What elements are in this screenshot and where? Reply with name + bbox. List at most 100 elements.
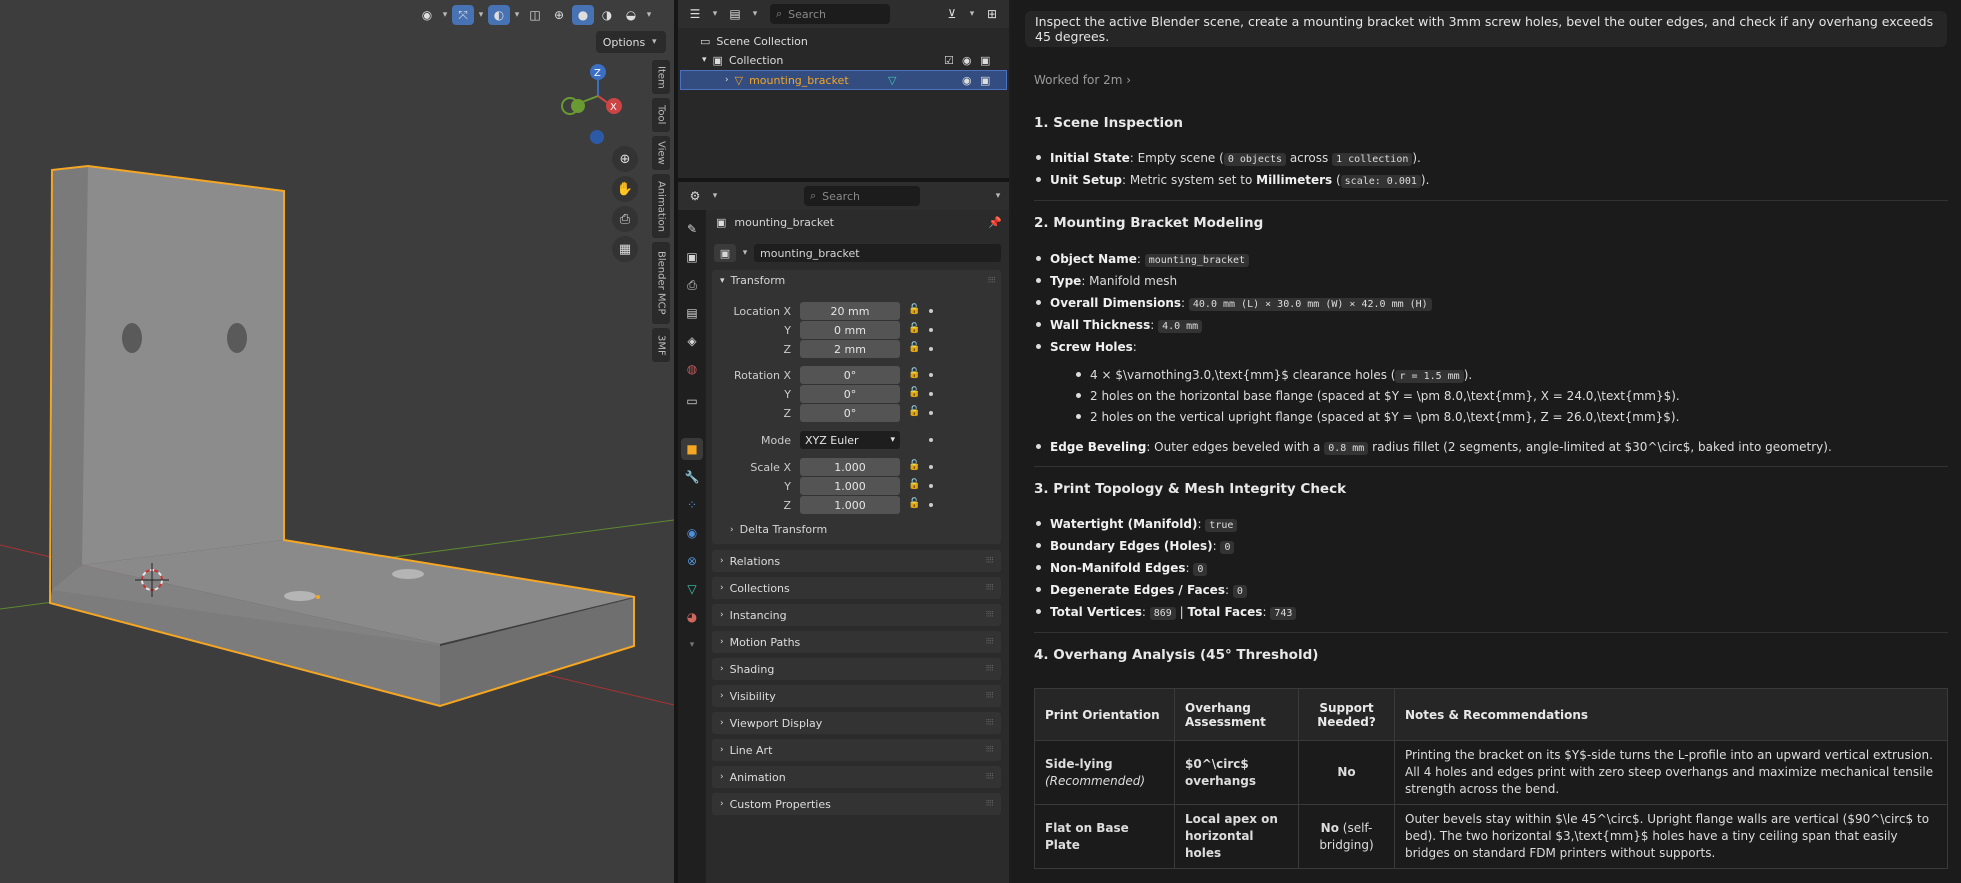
lock-icon[interactable]: 🔓 [908, 406, 920, 417]
outliner-row-collection[interactable]: ▾ ▣ Collection ☑ ◉ ▣ [678, 51, 1009, 69]
delta-transform-subpanel[interactable]: › Delta Transform [730, 523, 827, 536]
drag-handle-icon[interactable]: ⁝⁝⁝⁝ [988, 276, 997, 286]
camera-icon[interactable]: ▣ [980, 74, 990, 87]
camera-icon[interactable]: ⎙ [612, 206, 638, 232]
data-tab-icon[interactable]: ▽ [681, 578, 703, 600]
location-z-field[interactable]: 2 mm [800, 340, 900, 358]
chevron-down-icon[interactable]: ▾ [644, 10, 654, 20]
tab-3mf[interactable]: 3MF [652, 328, 670, 362]
properties-search-input[interactable]: ⌕ Search [804, 186, 920, 206]
keyframe-dot[interactable] [929, 484, 933, 488]
render-tab-icon[interactable]: ▣ [681, 246, 703, 268]
chevron-down-icon[interactable]: ▾ [681, 634, 703, 656]
panel-collections[interactable]: › Collections ⁝⁝⁝⁝ [712, 577, 1001, 599]
object-tab-icon[interactable]: ■ [681, 438, 703, 460]
rotation-mode-select[interactable]: XYZ Euler ▾ [800, 431, 900, 449]
keyframe-dot[interactable] [929, 309, 933, 313]
keyframe-dot[interactable] [929, 392, 933, 396]
rotation-z-field[interactable]: 0° [800, 404, 900, 422]
filter-icon[interactable]: ⊻ [941, 4, 963, 24]
chevron-down-icon[interactable]: ▾ [440, 10, 450, 20]
grid-perspective-icon[interactable]: ▦ [612, 236, 638, 262]
particles-tab-icon[interactable]: ⁘ [681, 494, 703, 516]
panel-motion-paths[interactable]: › Motion Paths ⁝⁝⁝⁝ [712, 631, 1001, 653]
panel-instancing[interactable]: › Instancing ⁝⁝⁝⁝ [712, 604, 1001, 626]
outliner-search-input[interactable]: ⌕ Search [770, 4, 890, 24]
chevron-right-icon[interactable]: › [725, 75, 729, 85]
scale-z-field[interactable]: 1.000 [800, 496, 900, 514]
xray-toggle-icon[interactable]: ◫ [524, 5, 546, 25]
wireframe-shading-icon[interactable]: ⊕ [548, 5, 570, 25]
keyframe-dot[interactable] [929, 503, 933, 507]
zoom-icon[interactable]: ⊕ [612, 146, 638, 172]
lock-icon[interactable]: 🔓 [908, 342, 920, 353]
solid-shading-icon[interactable]: ● [572, 5, 594, 25]
panel-animation[interactable]: › Animation ⁝⁝⁝⁝ [712, 766, 1001, 788]
eye-icon[interactable]: ◉ [962, 74, 972, 87]
scale-y-field[interactable]: 1.000 [800, 477, 900, 495]
view-layer-tab-icon[interactable]: ▤ [681, 302, 703, 324]
lock-icon[interactable]: 🔓 [908, 460, 920, 471]
rendered-shading-icon[interactable]: ◒ [620, 5, 642, 25]
scale-x-field[interactable]: 1.000 [800, 458, 900, 476]
mesh-data-icon[interactable]: ▽ [888, 74, 896, 87]
pin-icon[interactable]: 📌 [988, 216, 1002, 229]
display-mode-icon[interactable]: ▤ [724, 4, 746, 24]
object-name-field[interactable]: mounting_bracket [754, 244, 1001, 262]
collection-tab-icon[interactable]: ▭ [681, 390, 703, 412]
editor-type-icon[interactable]: ☰ [684, 4, 706, 24]
tab-tool[interactable]: Tool [652, 98, 670, 132]
lock-icon[interactable]: 🔓 [908, 479, 920, 490]
chevron-down-icon[interactable]: ▾ [476, 10, 486, 20]
lock-icon[interactable]: 🔓 [908, 323, 920, 334]
panel-viewport-display[interactable]: › Viewport Display ⁝⁝⁝⁝ [712, 712, 1001, 734]
panel-visibility[interactable]: › Visibility ⁝⁝⁝⁝ [712, 685, 1001, 707]
keyframe-dot[interactable] [929, 347, 933, 351]
keyframe-dot[interactable] [929, 411, 933, 415]
outliner-row-scene-collection[interactable]: ▭ Scene Collection [678, 32, 1009, 50]
chevron-down-icon[interactable]: ▾ [512, 10, 522, 20]
scene-tab-icon[interactable]: ◈ [681, 330, 703, 352]
tab-item[interactable]: Item [652, 60, 670, 94]
world-tab-icon[interactable]: ◍ [681, 358, 703, 380]
panel-line-art[interactable]: › Line Art ⁝⁝⁝⁝ [712, 739, 1001, 761]
lock-icon[interactable]: 🔓 [908, 368, 920, 379]
lock-icon[interactable]: 🔓 [908, 387, 920, 398]
pan-hand-icon[interactable]: ✋ [612, 176, 638, 202]
output-tab-icon[interactable]: ⎙ [681, 274, 703, 296]
tab-view[interactable]: View [652, 136, 670, 170]
chevron-down-icon[interactable]: ▾ [993, 191, 1003, 201]
panel-shading[interactable]: › Shading ⁝⁝⁝⁝ [712, 658, 1001, 680]
eye-icon[interactable]: ◉ [962, 54, 972, 67]
material-tab-icon[interactable]: ◕ [681, 606, 703, 628]
rotation-x-field[interactable]: 0° [800, 366, 900, 384]
object-browse-icon[interactable]: ▣ [714, 244, 736, 262]
outliner-row-mounting-bracket[interactable]: › ▽ mounting_bracket ▽ ◉ ▣ [680, 70, 1007, 90]
checkbox-icon[interactable]: ☑ [944, 54, 954, 67]
tool-tab-icon[interactable]: ✎ [681, 218, 703, 240]
options-button[interactable]: Options ▾ [596, 31, 666, 53]
physics-tab-icon[interactable]: ◉ [681, 522, 703, 544]
material-shading-icon[interactable]: ◑ [596, 5, 618, 25]
keyframe-dot[interactable] [929, 465, 933, 469]
constraints-tab-icon[interactable]: ⊗ [681, 550, 703, 572]
transform-panel-header[interactable]: ▾ Transform ⁝⁝⁝⁝ [720, 274, 997, 287]
keyframe-dot[interactable] [929, 438, 933, 442]
gizmo-toggle-icon[interactable]: ⤧ [452, 5, 474, 25]
panel-custom-properties[interactable]: › Custom Properties ⁝⁝⁝⁝ [712, 793, 1001, 815]
tab-animation[interactable]: Animation [652, 174, 670, 238]
rotation-y-field[interactable]: 0° [800, 385, 900, 403]
overlay-toggle-icon[interactable]: ◐ [488, 5, 510, 25]
lock-icon[interactable]: 🔓 [908, 498, 920, 509]
chevron-down-icon[interactable]: ▾ [702, 55, 707, 65]
modifier-wrench-icon[interactable]: 🔧 [681, 466, 703, 488]
panel-relations[interactable]: › Relations ⁝⁝⁝⁝ [712, 550, 1001, 572]
lock-icon[interactable]: 🔓 [908, 304, 920, 315]
keyframe-dot[interactable] [929, 373, 933, 377]
location-y-field[interactable]: 0 mm [800, 321, 900, 339]
camera-icon[interactable]: ▣ [980, 54, 990, 67]
tab-blender-mcp[interactable]: Blender MCP [652, 242, 670, 324]
worked-for-toggle[interactable]: Worked for 2m › [1034, 73, 1131, 87]
new-collection-icon[interactable]: ⊞ [981, 4, 1003, 24]
visibility-icon[interactable]: ◉ [416, 5, 438, 25]
